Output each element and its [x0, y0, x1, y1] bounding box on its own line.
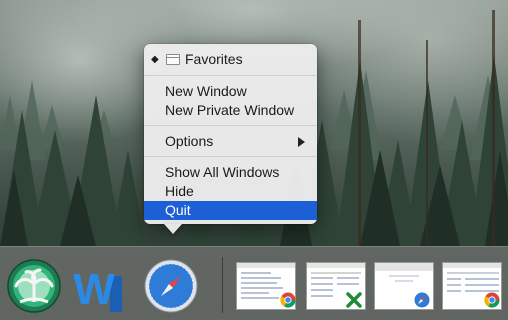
menu-item-label: New Window [165, 83, 247, 99]
window-icon [166, 54, 180, 65]
chrome-icon [280, 292, 296, 308]
dock-context-menu: ◆ Favorites New Window New Private Windo… [144, 44, 317, 224]
menu-item-label: Favorites [185, 51, 243, 67]
menu-item-hide[interactable]: Hide [144, 182, 317, 201]
menu-item-new-private-window[interactable]: New Private Window [144, 101, 317, 120]
palm-tree-app-icon[interactable] [6, 258, 62, 314]
svg-text:W: W [73, 265, 115, 314]
dock-divider [222, 257, 223, 313]
menu-item-new-window[interactable]: New Window [144, 82, 317, 101]
menu-separator [144, 156, 317, 157]
safari-icon [414, 292, 430, 308]
checkmark-icon: ◆ [151, 54, 159, 65]
menu-item-label: Show All Windows [165, 164, 280, 180]
menu-item-show-all-windows[interactable]: Show All Windows [144, 163, 317, 182]
safari-app-icon[interactable] [143, 258, 199, 314]
menu-pointer [164, 224, 182, 234]
excel-icon [346, 292, 362, 308]
menu-item-label: Hide [165, 183, 194, 199]
menu-item-label: Quit [165, 202, 191, 218]
menu-item-favorites[interactable]: ◆ Favorites [144, 50, 317, 69]
menu-item-quit[interactable]: Quit [144, 201, 317, 220]
chrome-icon [484, 292, 500, 308]
word-app-icon[interactable]: W [72, 258, 128, 314]
menu-separator [144, 75, 317, 76]
menu-item-label: Options [165, 133, 214, 149]
submenu-arrow-icon [298, 137, 305, 147]
menu-item-options[interactable]: Options [144, 132, 317, 151]
menu-separator [144, 125, 317, 126]
menu-item-label: New Private Window [165, 102, 295, 118]
